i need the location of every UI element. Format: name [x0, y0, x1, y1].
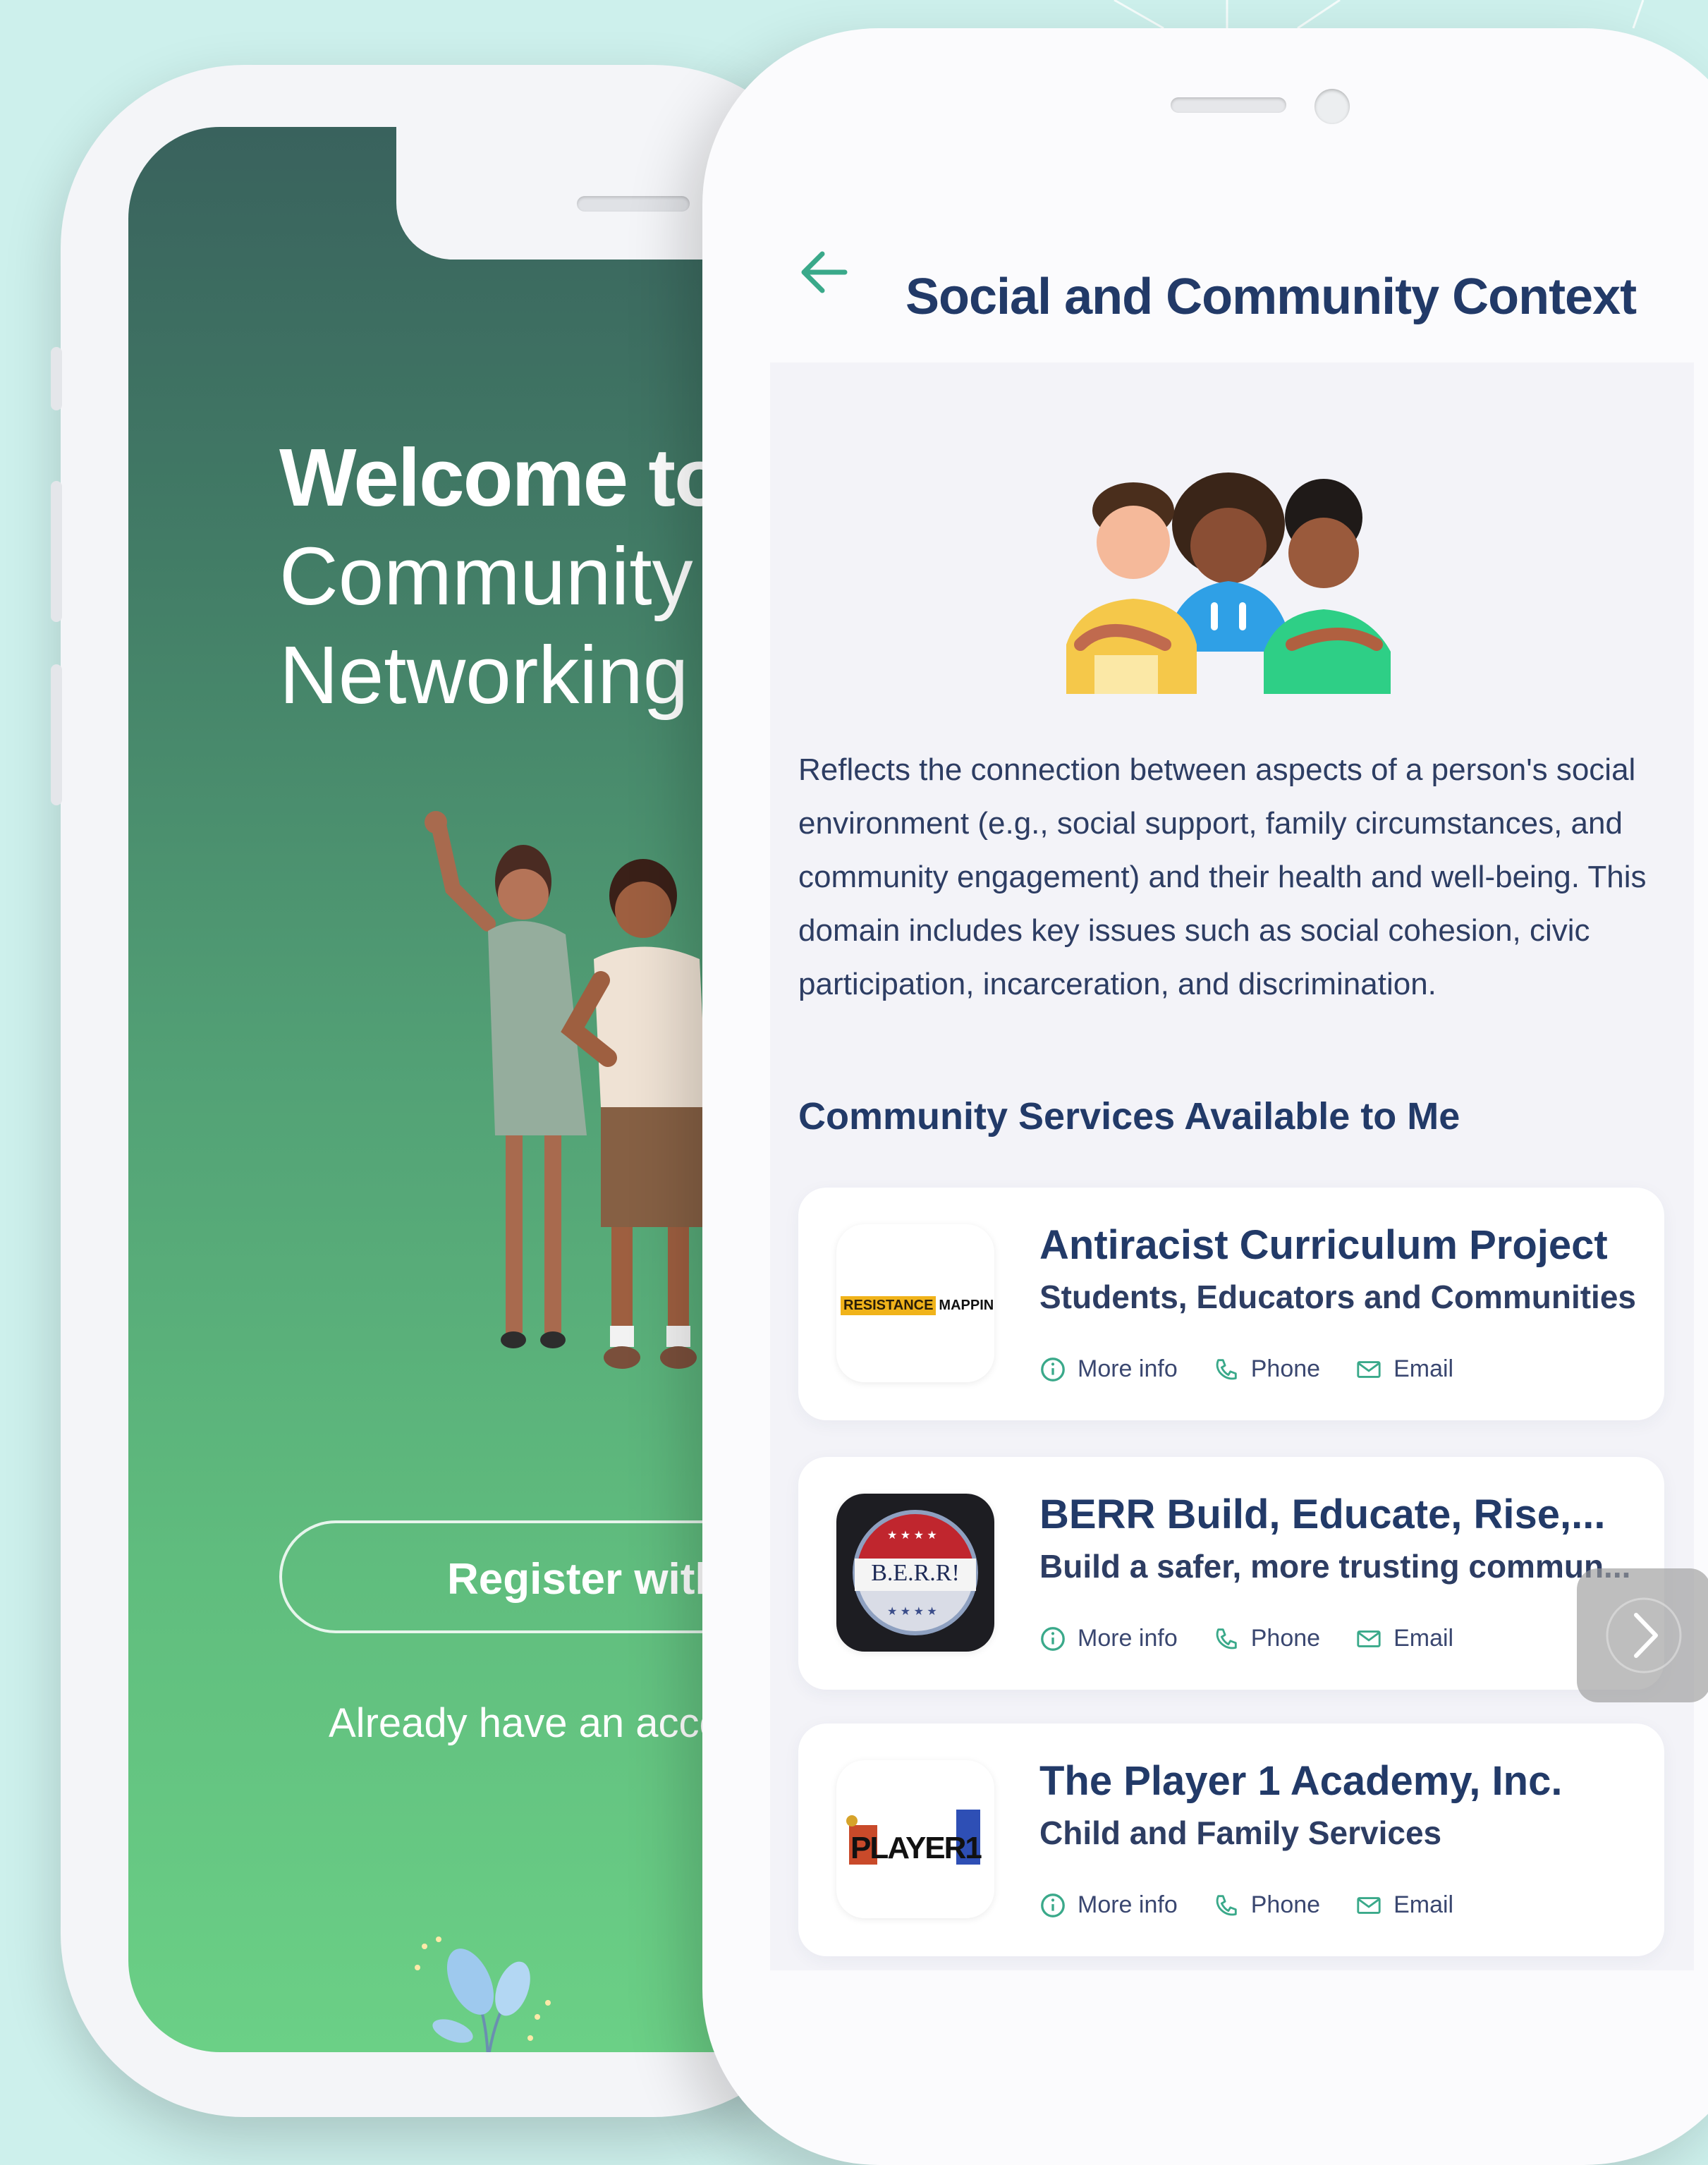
speaker	[1171, 97, 1286, 113]
welcome-title: Welcome to	[279, 432, 724, 523]
service-name[interactable]: Antiracist Curriculum Project	[1039, 1221, 1608, 1269]
more-info-link[interactable]: More info	[1039, 1355, 1178, 1383]
service-logo: PLAYER1	[836, 1760, 994, 1918]
service-card[interactable]: PLAYER1 The Player 1 Academy, Inc. Child…	[798, 1724, 1664, 1956]
phone-label: Phone	[1250, 1891, 1321, 1918]
category-description: Reflects the connection between aspects …	[798, 752, 1647, 1001]
svg-text:★ ★ ★ ★: ★ ★ ★ ★	[887, 1606, 937, 1618]
service-card[interactable]: ★ ★ ★ ★ ★ ★ ★ ★ B.E.R.R! BERR Build, Edu…	[798, 1457, 1664, 1690]
community-people-illustration	[1066, 472, 1391, 694]
mail-icon	[1357, 1630, 1381, 1647]
service-actions: More info Phone Email	[1039, 1891, 1453, 1919]
speaker	[577, 196, 690, 212]
page-title: Social and Community Context	[905, 269, 1637, 325]
welcome-subtitle-line2: Networking H	[279, 629, 771, 721]
mail-icon	[1357, 1896, 1381, 1914]
mail-icon	[1357, 1360, 1381, 1378]
service-logo: ★ ★ ★ ★ ★ ★ ★ ★ B.E.R.R!	[836, 1494, 994, 1652]
welcome-subtitle-line1: Community	[279, 530, 693, 622]
detail-content: Reflects the connection between aspects …	[770, 362, 1694, 1970]
phone-link[interactable]: Phone	[1213, 1355, 1320, 1383]
service-subtitle: Students, Educators and Communities	[1039, 1279, 1636, 1315]
email-link[interactable]: Email	[1355, 1891, 1453, 1919]
service-actions: More info Phone Email	[1039, 1625, 1453, 1652]
service-name[interactable]: BERR Build, Educate, Rise,...	[1039, 1491, 1605, 1538]
info-icon	[1041, 1893, 1065, 1917]
service-logo: RESISTANCE MAPPING	[836, 1224, 994, 1382]
chevron-right-icon	[1606, 1597, 1682, 1673]
detail-phone: Social and Community Context Reflects th…	[702, 28, 1708, 2165]
side-button	[51, 481, 62, 622]
service-card[interactable]: RESISTANCE MAPPING Antiracist Curriculum…	[798, 1188, 1664, 1420]
logo-text: B.E.R.R!	[871, 1560, 960, 1586]
next-slide-button[interactable]	[1577, 1568, 1708, 1702]
plant-decoration	[415, 1937, 551, 2052]
service-actions: More info Phone Email	[1039, 1355, 1453, 1383]
phone-icon	[1216, 1358, 1237, 1379]
side-button	[51, 664, 62, 805]
info-icon	[1041, 1357, 1065, 1382]
email-link[interactable]: Email	[1355, 1355, 1453, 1383]
logo-text: PLAYER1	[850, 1831, 982, 1865]
svg-text:★ ★ ★ ★: ★ ★ ★ ★	[887, 1530, 937, 1542]
service-subtitle: Child and Family Services	[1039, 1815, 1442, 1851]
service-subtitle: Build a safer, more trusting commun...	[1039, 1548, 1631, 1585]
email-label: Email	[1393, 1355, 1454, 1382]
logo-text: RESISTANCE	[841, 1295, 937, 1315]
phone-link[interactable]: Phone	[1213, 1891, 1320, 1919]
phone-label: Phone	[1250, 1625, 1321, 1652]
info-icon	[1041, 1626, 1065, 1651]
more-info-label: More info	[1078, 1355, 1178, 1382]
service-name[interactable]: The Player 1 Academy, Inc.	[1039, 1757, 1562, 1805]
more-info-label: More info	[1078, 1891, 1178, 1918]
more-info-label: More info	[1078, 1625, 1178, 1652]
phone-icon	[1216, 1628, 1237, 1649]
arrow-left-icon[interactable]	[795, 244, 852, 300]
phone-icon	[1216, 1894, 1237, 1915]
email-label: Email	[1393, 1891, 1454, 1918]
phone-label: Phone	[1250, 1355, 1321, 1382]
camera	[1314, 89, 1350, 124]
logo-text: MAPPING	[939, 1297, 994, 1313]
side-button	[51, 347, 62, 410]
email-link[interactable]: Email	[1355, 1625, 1453, 1652]
email-label: Email	[1393, 1625, 1454, 1652]
more-info-link[interactable]: More info	[1039, 1625, 1178, 1652]
phone-link[interactable]: Phone	[1213, 1625, 1320, 1652]
section-title: Community Services Available to Me	[798, 1095, 1460, 1138]
more-info-link[interactable]: More info	[1039, 1891, 1178, 1919]
